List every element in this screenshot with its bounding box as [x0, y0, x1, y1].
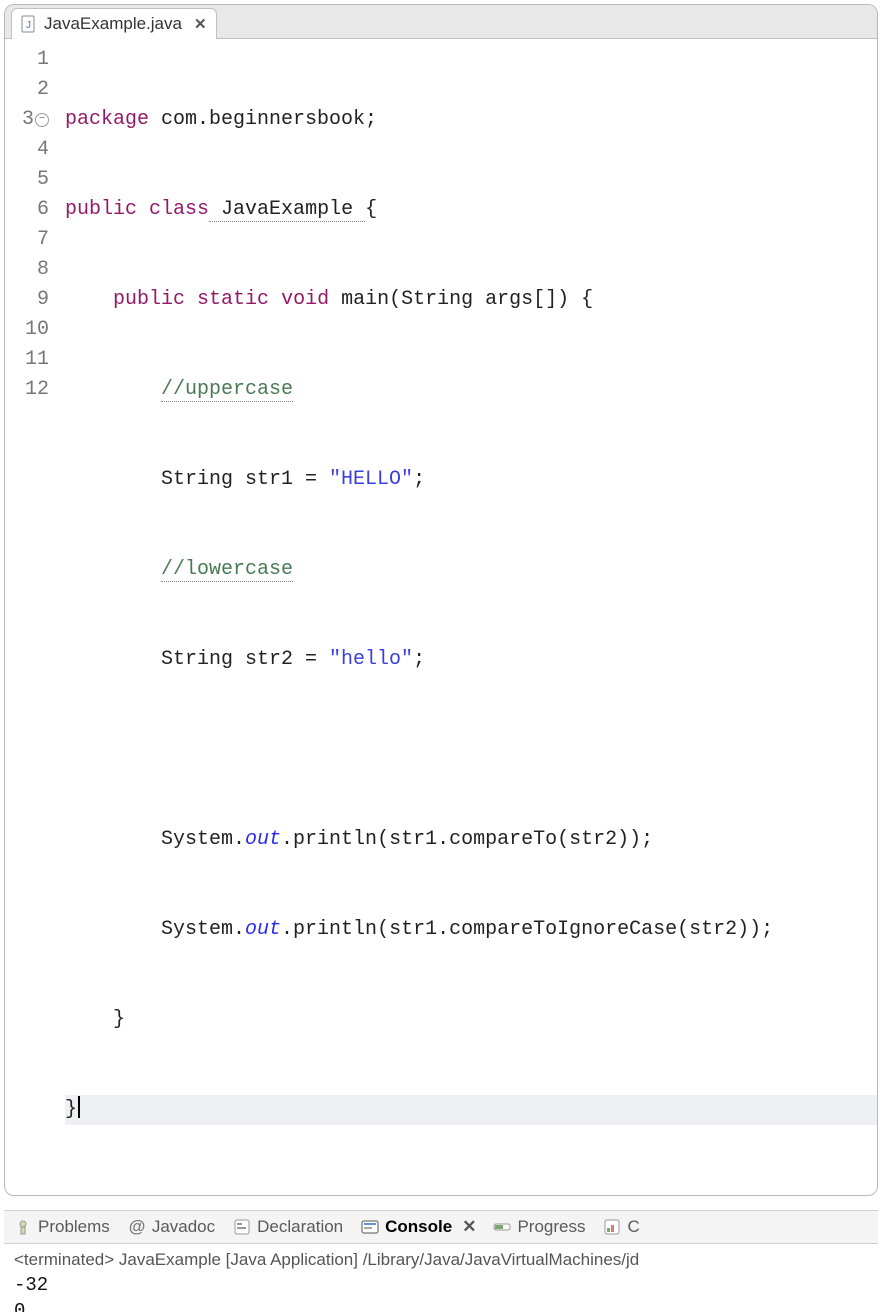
- java-file-icon: J: [20, 15, 38, 33]
- comment: //uppercase: [161, 378, 293, 402]
- line-number: 6: [37, 195, 49, 225]
- console-body: <terminated> JavaExample [Java Applicati…: [4, 1244, 878, 1312]
- views-pane: Problems @ Javadoc Declaration Console ✕…: [4, 1210, 878, 1312]
- string-literal: "HELLO": [329, 468, 413, 491]
- fold-toggle-icon[interactable]: −: [35, 113, 49, 127]
- editor-tab-bar: J JavaExample.java ✕: [5, 5, 877, 39]
- progress-icon: [493, 1218, 511, 1236]
- method-signature: main(String args[]) {: [329, 288, 593, 311]
- line-number: 3: [22, 105, 34, 135]
- tab-progress[interactable]: Progress: [493, 1217, 585, 1237]
- tab-label: C: [627, 1217, 639, 1237]
- line-number: 10: [25, 315, 49, 345]
- line-number: 11: [25, 345, 49, 375]
- tab-console[interactable]: Console ✕: [361, 1217, 475, 1237]
- code-text: String str1 =: [161, 468, 329, 491]
- brace: {: [365, 198, 377, 221]
- line-number: 4: [37, 135, 49, 165]
- problems-icon: [14, 1218, 32, 1236]
- keyword: class: [149, 198, 209, 221]
- keyword: package: [65, 108, 149, 131]
- javadoc-icon: @: [128, 1218, 146, 1236]
- keyword: static: [197, 288, 269, 311]
- code-text: }: [65, 1098, 77, 1121]
- console-output[interactable]: -32 0: [14, 1272, 868, 1312]
- code-text: System.: [161, 918, 245, 941]
- keyword: void: [281, 288, 329, 311]
- editor-pane: J JavaExample.java ✕ 1 2 3− 4 5 6 7 8 9 …: [4, 4, 878, 1196]
- keyword: public: [113, 288, 185, 311]
- text-cursor: [78, 1096, 80, 1118]
- code-text: }: [65, 1008, 125, 1031]
- editor-tab-filename: JavaExample.java: [44, 14, 182, 34]
- field-ref: out: [245, 828, 281, 851]
- tab-declaration[interactable]: Declaration: [233, 1217, 343, 1237]
- coverage-icon: [603, 1218, 621, 1236]
- keyword: public: [65, 198, 137, 221]
- line-number: 2: [37, 75, 49, 105]
- editor-tab[interactable]: J JavaExample.java ✕: [11, 8, 217, 39]
- tab-label: Progress: [517, 1217, 585, 1237]
- line-number: 12: [25, 375, 49, 405]
- tab-label: Declaration: [257, 1217, 343, 1237]
- svg-text:J: J: [26, 20, 31, 31]
- code-text: ;: [413, 648, 425, 671]
- string-literal: "hello": [329, 648, 413, 671]
- tab-label: Console: [385, 1217, 452, 1237]
- code-text: .println(str1.compareTo(str2));: [281, 828, 653, 851]
- source-code[interactable]: package com.beginnersbook; public class …: [59, 45, 877, 1185]
- console-icon: [361, 1218, 379, 1236]
- declaration-icon: [233, 1218, 251, 1236]
- tab-label: Problems: [38, 1217, 110, 1237]
- close-icon[interactable]: ✕: [462, 1217, 475, 1237]
- tab-label: Javadoc: [152, 1217, 215, 1237]
- line-number: 5: [37, 165, 49, 195]
- console-status: <terminated> JavaExample [Java Applicati…: [14, 1250, 868, 1270]
- code-text: com.beginnersbook;: [149, 108, 377, 131]
- code-text: String str2 =: [161, 648, 329, 671]
- tab-problems[interactable]: Problems: [14, 1217, 110, 1237]
- tab-javadoc[interactable]: @ Javadoc: [128, 1217, 215, 1237]
- code-text: ;: [413, 468, 425, 491]
- tab-extra[interactable]: C: [603, 1217, 639, 1237]
- line-gutter: 1 2 3− 4 5 6 7 8 9 10 11 12: [5, 45, 59, 1185]
- field-ref: out: [245, 918, 281, 941]
- close-icon[interactable]: ✕: [194, 15, 206, 33]
- code-area[interactable]: 1 2 3− 4 5 6 7 8 9 10 11 12 package com.…: [5, 39, 877, 1195]
- code-text: .println(str1.compareToIgnoreCase(str2))…: [281, 918, 773, 941]
- comment: //lowercase: [161, 558, 293, 582]
- line-number: 1: [37, 45, 49, 75]
- line-number: 9: [37, 285, 49, 315]
- views-tab-bar: Problems @ Javadoc Declaration Console ✕…: [4, 1210, 878, 1244]
- line-number: 7: [37, 225, 49, 255]
- code-text: System.: [161, 828, 245, 851]
- line-number: 8: [37, 255, 49, 285]
- class-name: JavaExample: [209, 198, 365, 222]
